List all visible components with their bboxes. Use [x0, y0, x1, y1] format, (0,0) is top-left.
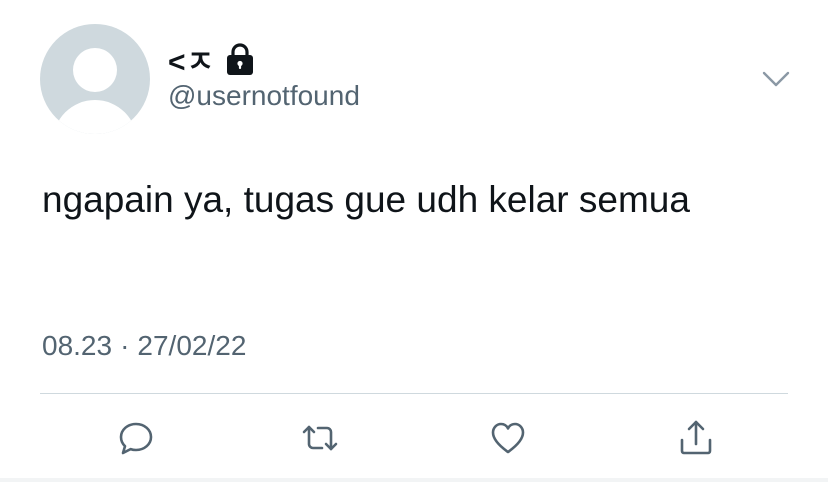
author-name-row: <ㅈ: [168, 37, 255, 81]
chevron-down-icon[interactable]: [760, 64, 792, 94]
tweet-timestamp[interactable]: 08.23 · 27/02/22: [42, 330, 246, 362]
avatar-body: [53, 100, 137, 134]
author-display-name[interactable]: <ㅈ: [168, 37, 215, 81]
author-handle[interactable]: @usernotfound: [168, 80, 360, 112]
share-icon[interactable]: [676, 418, 716, 458]
timestamp-separator: ·: [120, 330, 130, 361]
heart-icon[interactable]: [488, 418, 528, 458]
retweet-icon[interactable]: [300, 418, 340, 458]
tweet-time: 08.23: [42, 330, 113, 361]
tweet-text: ngapain ya, tugas gue udh kelar semua: [42, 179, 690, 220]
bottom-edge: [0, 478, 828, 482]
reply-icon[interactable]: [116, 418, 156, 458]
tweet-date: 27/02/22: [137, 330, 247, 361]
lock-icon: [227, 43, 254, 75]
avatar[interactable]: [40, 24, 150, 134]
avatar-head: [73, 48, 117, 92]
divider: [40, 393, 788, 394]
